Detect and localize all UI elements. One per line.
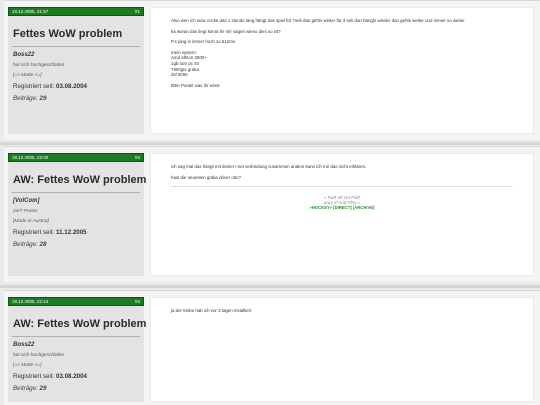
post-header: 19.12.2005, 22:00 #2 bbox=[8, 153, 144, 162]
post-count: Beiträge: 28 bbox=[13, 241, 144, 248]
divider bbox=[12, 192, 140, 193]
divider bbox=[12, 336, 140, 337]
registered-since: Registriert seit: 03.08.2004 bbox=[13, 83, 144, 90]
user-title: 24/7-Poster bbox=[13, 209, 38, 214]
signature-links[interactable]: »HOCKEY« [DIRECT] [ARCHIVE] bbox=[171, 205, 513, 210]
post-title: AW: Fettes WoW problem bbox=[13, 174, 147, 186]
post-body: Also wen ich wow zocke das 1 stunde lang… bbox=[150, 7, 534, 134]
post-separator bbox=[0, 285, 540, 288]
post-body: ja der treibe hab ich vor 3 tagen instal… bbox=[150, 297, 534, 402]
post-3-userinfo: 19.12.2005, 22:14 #3 AW: Fettes WoW prob… bbox=[8, 297, 147, 402]
post-text: dsl 6000 bbox=[171, 72, 188, 78]
post-date: 19.12.2005, 22:14 bbox=[12, 299, 49, 304]
username-link[interactable]: [VolCom] bbox=[13, 198, 144, 204]
post-text: hast die neuesten graka driver obn? bbox=[171, 174, 242, 180]
registered-date: 03.08.2004 bbox=[56, 83, 87, 90]
registered-since: Registriert seit: 03.08.2004 bbox=[13, 373, 144, 380]
user-extra: [Made in Austria] bbox=[13, 219, 49, 224]
post-1: 19.12.2005, 21:57 #1 Fettes WoW problem … bbox=[4, 0, 540, 140]
post-date: 19.12.2005, 22:00 bbox=[12, 155, 49, 160]
post-count-value: 28 bbox=[39, 241, 47, 248]
post-text: ka woran das liegt könnt ihr mir sagen w… bbox=[171, 28, 281, 34]
post-count-value: 29 bbox=[39, 95, 47, 102]
post-count: Beiträge: 29 bbox=[13, 95, 144, 102]
post-count-label: Beiträge: bbox=[13, 95, 38, 102]
post-text: Bitte Postet was ihr wisst bbox=[171, 82, 220, 88]
post-title: Fettes WoW problem bbox=[13, 28, 123, 40]
post-text: ich sag mal das hängt mit deiner i-net v… bbox=[171, 164, 367, 169]
post-count-label: Beiträge: bbox=[13, 385, 38, 392]
post-date: 19.12.2005, 21:57 bbox=[12, 9, 49, 14]
post-count: Beiträge: 29 bbox=[13, 385, 144, 392]
user-extra: [=> Müde <=] bbox=[13, 363, 42, 368]
signature: « FaiR oR not FaiR onLy iF AnD PlAy » »H… bbox=[171, 195, 513, 210]
post-header: 19.12.2005, 22:14 #3 bbox=[8, 297, 144, 306]
registered-label: Registriert seit: bbox=[13, 229, 55, 236]
post-number-link[interactable]: #1 bbox=[135, 8, 140, 15]
post-separator bbox=[0, 142, 540, 145]
post-2-userinfo: 19.12.2005, 22:00 #2 AW: Fettes WoW prob… bbox=[8, 153, 147, 276]
post-text: ja der treibe hab ich vor 3 tagen instal… bbox=[171, 308, 252, 313]
username-link[interactable]: Boss22 bbox=[13, 342, 144, 348]
registered-label: Registriert seit: bbox=[13, 83, 55, 90]
post-count-label: Beiträge: bbox=[13, 241, 38, 248]
registered-label: Registriert seit: bbox=[13, 373, 55, 380]
post-3: 19.12.2005, 22:14 #3 AW: Fettes WoW prob… bbox=[4, 290, 540, 405]
post-number-link[interactable]: #2 bbox=[135, 154, 140, 161]
post-1-userinfo: 19.12.2005, 21:57 #1 Fettes WoW problem … bbox=[8, 7, 144, 134]
post-text: Also wen ich wow zocke das 1 stunde lang… bbox=[171, 18, 465, 23]
registered-date: 03.08.2004 bbox=[56, 373, 87, 380]
signature-divider bbox=[171, 186, 513, 188]
user-title: hat sich hochgeschlafen bbox=[13, 63, 65, 68]
user-extra: [=> Müde <=] bbox=[13, 73, 42, 78]
post-text: P.s ping is immer hoch so 612ms bbox=[171, 39, 236, 45]
post-body: ich sag mal das hängt mit deiner i-net v… bbox=[150, 153, 534, 276]
post-title: AW: Fettes WoW problem bbox=[13, 318, 147, 330]
post-header: 19.12.2005, 21:57 #1 bbox=[8, 7, 144, 16]
registered-date: 11.12.2005 bbox=[56, 229, 87, 236]
post-count-value: 29 bbox=[39, 385, 47, 392]
username-link[interactable]: Boss22 bbox=[13, 52, 144, 58]
post-2: 19.12.2005, 22:00 #2 AW: Fettes WoW prob… bbox=[4, 146, 540, 282]
divider bbox=[12, 46, 140, 47]
signature-link-text[interactable]: »HOCKEY« [DIRECT] [ARCHIVE] bbox=[310, 205, 375, 210]
registered-since: Registriert seit: 11.12.2005 bbox=[13, 229, 144, 236]
user-title: hat sich hochgeschlafen bbox=[13, 353, 65, 358]
post-number-link[interactable]: #3 bbox=[135, 298, 140, 305]
